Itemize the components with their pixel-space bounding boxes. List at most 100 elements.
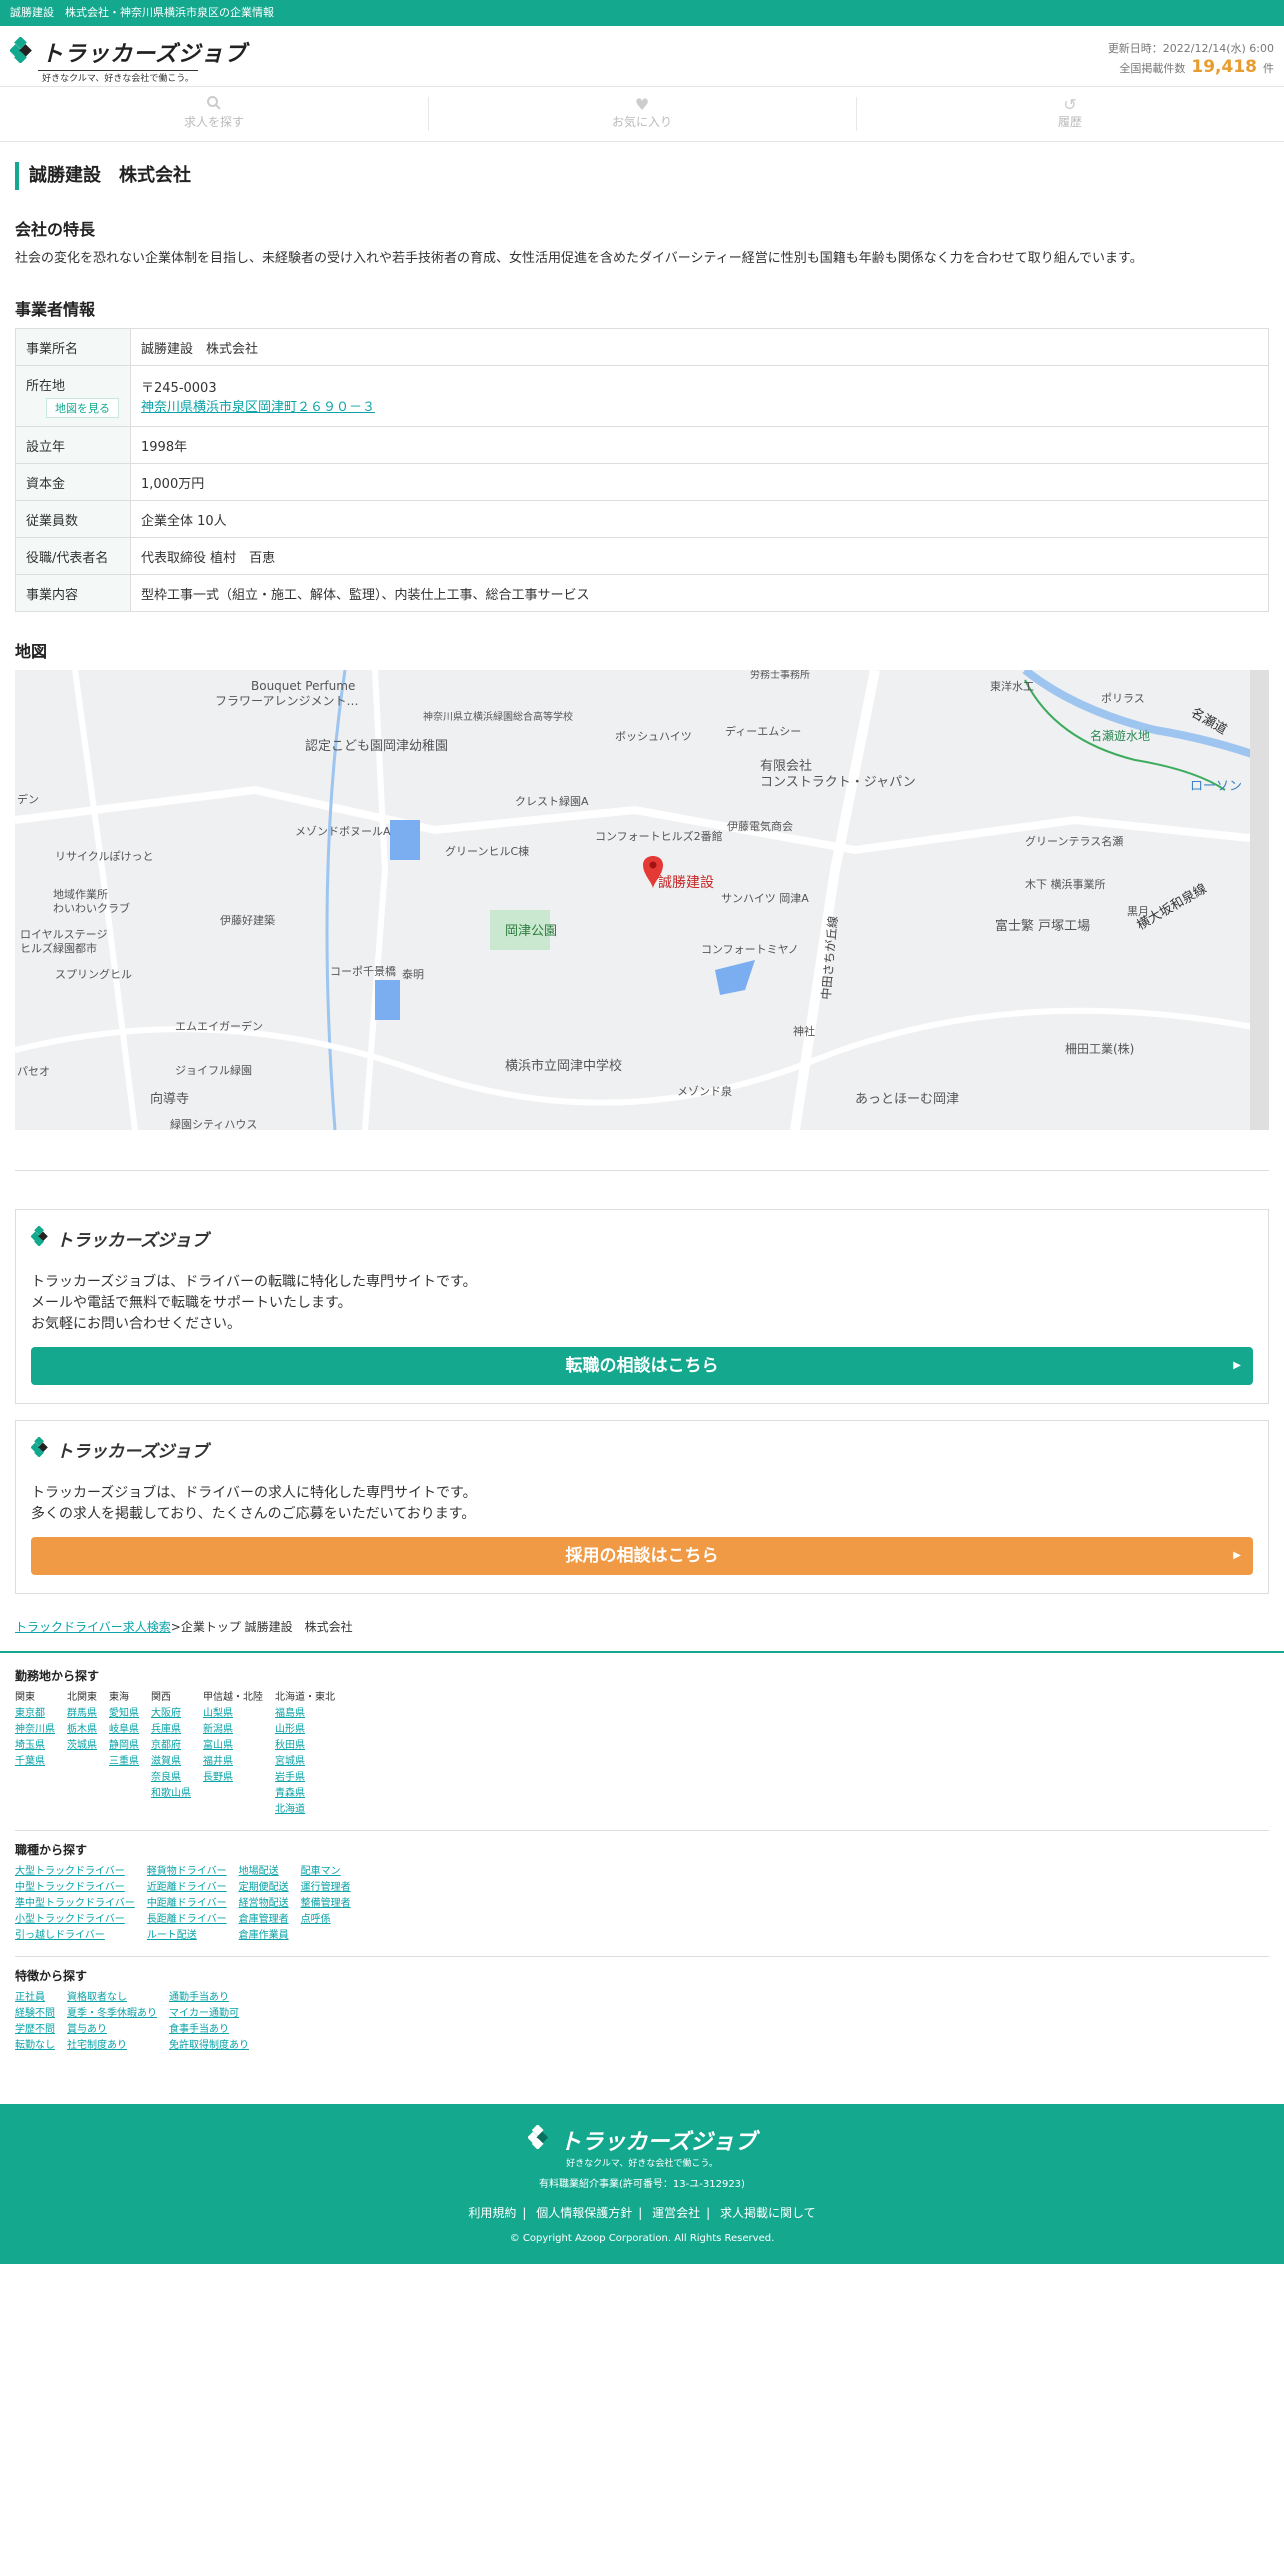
search-link[interactable]: 福島県	[275, 1706, 335, 1722]
search-link[interactable]: 準中型トラックドライバー	[15, 1896, 135, 1912]
search-link[interactable]: 秋田県	[275, 1738, 335, 1754]
table-row: 所在地 地図を見る 〒245-0003 神奈川県横浜市泉区岡津町２６９０－３	[15, 365, 1269, 427]
search-link[interactable]: 経営物配送	[239, 1896, 289, 1912]
search-link[interactable]: 倉庫作業員	[239, 1928, 289, 1944]
svg-text:ローソン: ローソン	[1190, 779, 1242, 794]
search-link[interactable]: 小型トラックドライバー	[15, 1912, 135, 1928]
search-link[interactable]: 長距離ドライバー	[147, 1912, 227, 1928]
search-link[interactable]: 山梨県	[203, 1706, 263, 1722]
search-link[interactable]: 神奈川県	[15, 1722, 55, 1738]
search-link[interactable]: 群馬県	[67, 1706, 97, 1722]
footer-link-terms[interactable]: 利用規約	[468, 2206, 516, 2220]
promo-logo-name: トラッカーズジョブ	[56, 1442, 209, 1462]
search-link[interactable]: 千葉県	[15, 1754, 55, 1770]
career-consult-button[interactable]: 転職の相談はこちら ▶	[31, 1347, 1253, 1385]
address-link[interactable]: 神奈川県横浜市泉区岡津町２６９０－３	[141, 400, 375, 415]
search-link[interactable]: 賞与あり	[67, 2022, 157, 2038]
search-link[interactable]: 中型トラックドライバー	[15, 1880, 135, 1896]
svg-text:メゾンド泉: メゾンド泉	[677, 1084, 732, 1098]
search-link[interactable]: 岩手県	[275, 1770, 335, 1786]
search-link[interactable]: 静岡県	[109, 1738, 139, 1754]
search-link[interactable]: 近距離ドライバー	[147, 1880, 227, 1896]
search-link[interactable]: 転勤なし	[15, 2038, 55, 2054]
search-link[interactable]: 免許取得制度あり	[169, 2038, 249, 2054]
site-logo[interactable]: トラッカーズジョブ 好きなクルマ、好きな会社で働こう。	[9, 36, 247, 84]
page-title: 誠勝建設 株式会社	[15, 162, 1269, 190]
promo-logo-name: トラッカーズジョブ	[56, 1231, 209, 1251]
row-key: 事業内容	[15, 574, 131, 612]
arrow-right-icon: ▶	[1233, 1360, 1241, 1371]
search-link[interactable]: 兵庫県	[151, 1722, 191, 1738]
search-link[interactable]: 東京都	[15, 1706, 55, 1722]
svg-text:名瀬遊水地: 名瀬遊水地	[1090, 728, 1150, 743]
link-column-head: 甲信越・北陸	[203, 1692, 263, 1703]
svg-text:認定こども園岡津幼稚園: 認定こども園岡津幼稚園	[305, 738, 448, 754]
nav-search[interactable]: 求人を探す	[0, 87, 428, 141]
search-link[interactable]: 奈良県	[151, 1770, 191, 1786]
search-link[interactable]: 社宅制度あり	[67, 2038, 157, 2054]
search-link[interactable]: 宮城県	[275, 1754, 335, 1770]
search-link[interactable]: 正社員	[15, 1990, 55, 2006]
search-link[interactable]: 引っ越しドライバー	[15, 1928, 135, 1944]
search-link[interactable]: 青森県	[275, 1786, 335, 1802]
search-link[interactable]: 滋賀県	[151, 1754, 191, 1770]
table-row: 設立年 1998年	[15, 426, 1269, 464]
main-nav: 求人を探す ♥ お気に入り ↺ 履歴	[0, 87, 1284, 142]
search-link[interactable]: 北海道	[275, 1802, 335, 1818]
search-link[interactable]: 岐阜県	[109, 1722, 139, 1738]
svg-text:労務士事務所: 労務士事務所	[750, 670, 810, 681]
search-link[interactable]: 富山県	[203, 1738, 263, 1754]
search-link[interactable]: 経験不問	[15, 2006, 55, 2022]
search-link[interactable]: 食事手当あり	[169, 2022, 249, 2038]
nav-favorites[interactable]: ♥ お気に入り	[428, 87, 856, 141]
search-link[interactable]: 山形県	[275, 1722, 335, 1738]
search-link[interactable]: 中距離ドライバー	[147, 1896, 227, 1912]
svg-text:フラワーアレンジメント…: フラワーアレンジメント…	[215, 694, 359, 708]
search-link[interactable]: 整備管理者	[301, 1896, 351, 1912]
nav-history[interactable]: ↺ 履歴	[856, 87, 1284, 141]
search-link[interactable]: 学歴不問	[15, 2022, 55, 2038]
search-link[interactable]: 茨城県	[67, 1738, 97, 1754]
search-link[interactable]: 埼玉県	[15, 1738, 55, 1754]
search-link[interactable]: 定期便配送	[239, 1880, 289, 1896]
search-link[interactable]: 運行管理者	[301, 1880, 351, 1896]
search-link[interactable]: 軽貨物ドライバー	[147, 1864, 227, 1880]
search-link[interactable]: 福井県	[203, 1754, 263, 1770]
link-column: 通勤手当あり マイカー通勤可 食事手当あり 免許取得制度あり	[169, 1990, 249, 2054]
search-link[interactable]: 和歌山県	[151, 1786, 191, 1802]
search-link[interactable]: 三重県	[109, 1754, 139, 1770]
breadcrumb-link[interactable]: トラックドライバー求人検索	[15, 1620, 171, 1634]
map-marker-label: 誠勝建設	[658, 875, 714, 891]
promo-logo: トラッカーズジョブ	[30, 1225, 1253, 1256]
search-link[interactable]: 地場配送	[239, 1864, 289, 1880]
search-link[interactable]: ルート配送	[147, 1928, 227, 1944]
search-link[interactable]: 配車マン	[301, 1864, 351, 1880]
svg-text:リサイクルぽけっと: リサイクルぽけっと	[55, 850, 153, 863]
recruit-consult-button[interactable]: 採用の相談はこちら ▶	[31, 1537, 1253, 1575]
view-map-button[interactable]: 地図を見る	[46, 397, 119, 418]
svg-text:デン: デン	[17, 792, 39, 806]
row-value: 〒245-0003 神奈川県横浜市泉区岡津町２６９０－３	[130, 365, 1269, 427]
promo-logo: トラッカーズジョブ	[30, 1436, 1253, 1467]
search-link[interactable]: 資格取者なし	[67, 1990, 157, 2006]
footer-link-privacy[interactable]: 個人情報保護方針	[536, 2206, 632, 2220]
nav-favorites-label: お気に入り	[611, 115, 672, 129]
search-link[interactable]: 大阪府	[151, 1706, 191, 1722]
search-link[interactable]: 愛知県	[109, 1706, 139, 1722]
search-link[interactable]: 京都府	[151, 1738, 191, 1754]
map-embed[interactable]: 誠勝建設 岡津公園 Bouquet Perfume フラワーアレンジメント… 認…	[15, 670, 1269, 1130]
search-link[interactable]: 倉庫管理者	[239, 1912, 289, 1928]
svg-text:向導寺: 向導寺	[150, 1091, 189, 1107]
search-link[interactable]: マイカー通勤可	[169, 2006, 249, 2022]
search-link[interactable]: 点呼係	[301, 1912, 351, 1928]
search-link[interactable]: 長野県	[203, 1770, 263, 1786]
search-link[interactable]: 栃木県	[67, 1722, 97, 1738]
search-link[interactable]: 大型トラックドライバー	[15, 1864, 135, 1880]
search-link[interactable]: 新潟県	[203, 1722, 263, 1738]
footer-link-posting[interactable]: 求人掲載に関して	[720, 2206, 816, 2220]
search-link[interactable]: 通勤手当あり	[169, 1990, 249, 2006]
footer-logo[interactable]: トラッカーズジョブ	[0, 2124, 1284, 2156]
footer-link-company[interactable]: 運営会社	[652, 2206, 700, 2220]
search-link[interactable]: 夏季・冬季休暇あり	[67, 2006, 157, 2022]
footer-license: 有料職業紹介事業(許可番号：13-ユ-312923)	[539, 2179, 745, 2190]
